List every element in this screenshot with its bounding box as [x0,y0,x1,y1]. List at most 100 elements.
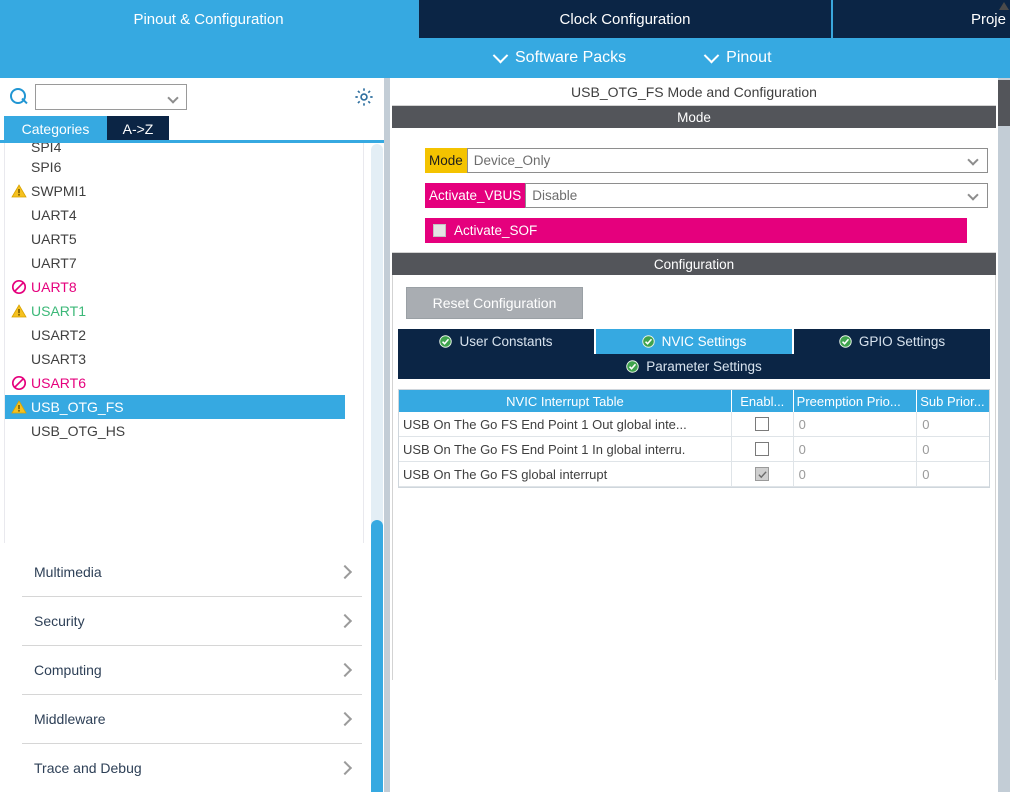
peripheral-item-swpmi1[interactable]: SWPMI1 [5,179,363,203]
category-label: Middleware [34,711,106,727]
config-tab-label: NVIC Settings [661,334,747,349]
category-security[interactable]: Security [22,597,362,646]
mode-select[interactable]: Device_Only [466,148,988,173]
chevron-right-icon [337,760,353,776]
config-tab-label: GPIO Settings [858,334,946,349]
nvic-enabled-checkbox[interactable] [755,417,770,431]
chevron-down-icon [967,154,979,166]
chevron-down-icon [492,47,509,63]
config-tab-parameter-settings[interactable]: Parameter Settings [398,354,990,379]
peripheral-item-label: UART5 [31,231,77,247]
mode-field-label-text: Mode [429,153,463,168]
nvic-sub-priority-cell[interactable]: 0 [917,437,989,461]
nvic-enabled-cell[interactable] [732,437,794,461]
peripheral-item-uart7[interactable]: UART7 [5,251,363,275]
category-multimedia[interactable]: Multimedia [22,548,362,597]
activate-sof-checkbox[interactable] [433,224,446,237]
nvic-header-cell-2[interactable]: Preemption Prio... [794,390,918,412]
tab-pinout-configuration[interactable]: Pinout & Configuration [0,0,419,38]
peripheral-item-label: USB_OTG_FS [31,399,124,415]
activate-vbus-select[interactable]: Disable [525,183,988,208]
chevron-right-icon [337,613,353,629]
gear-icon[interactable] [353,86,375,108]
peripheral-item-label: USART6 [31,375,86,391]
config-tab-gpio-settings[interactable]: GPIO Settings [794,329,990,354]
panel-divider[interactable] [384,78,390,797]
configuration-panel: USB_OTG_FS Mode and Configuration Mode M… [392,78,996,797]
nvic-interrupt-name: USB On The Go FS global interrupt [399,462,732,486]
nvic-enabled-cell[interactable] [732,462,794,486]
tab-clock-configuration[interactable]: Clock Configuration [419,0,833,38]
category-trace-and-debug[interactable]: Trace and Debug [22,744,362,793]
tab-a-to-z[interactable]: A->Z [107,116,169,141]
activate-vbus-label: Activate_VBUS [425,183,526,208]
sidebar-tab-bar: Categories A->Z [0,116,388,141]
peripheral-list[interactable]: SPI4 SPI6 SWPMI1 UART4 UART5 UART7 UART8 USART1… [4,143,364,543]
peripheral-item-usart6[interactable]: USART6 [5,371,363,395]
nvic-sub-priority-value: 0 [922,416,930,432]
tab-project-manager[interactable]: Proje [833,0,1010,38]
category-computing[interactable]: Computing [22,646,362,695]
nvic-enabled-checkbox[interactable] [755,442,770,456]
check-circle-icon [439,335,453,348]
config-tab-nvic-settings[interactable]: NVIC Settings [596,329,792,354]
main-scrollbar-thumb[interactable] [998,80,1010,126]
sidebar-scrollbar-thumb[interactable] [371,520,383,797]
nvic-header-label: NVIC Interrupt Table [506,393,624,409]
nvic-preemption-value: 0 [798,441,806,457]
nvic-sub-priority-value: 0 [922,441,930,457]
category-middleware[interactable]: Middleware [22,695,362,744]
peripheral-item-spi4[interactable]: SPI4 [5,143,363,155]
peripheral-item-label: USART1 [31,303,86,319]
chevron-right-icon [337,564,353,580]
nvic-preemption-cell[interactable]: 0 [794,437,918,461]
main-scrollbar-track[interactable] [998,78,1010,797]
pinout-menu[interactable]: Pinout [703,47,772,67]
checkmark-icon [758,470,767,478]
peripheral-item-uart8[interactable]: UART8 [5,275,363,299]
tab-a-to-z-label: A->Z [122,120,154,137]
nvic-header-label: Enabl... [740,393,785,409]
nvic-sub-priority-cell[interactable]: 0 [917,412,989,436]
peripheral-item-usb_otg_hs[interactable]: USB_OTG_HS [5,419,363,443]
nvic-table-row[interactable]: USB On The Go FS End Point 1 Out global … [399,412,989,437]
config-tab-user-constants[interactable]: User Constants [398,329,594,354]
nvic-preemption-cell[interactable]: 0 [794,412,918,436]
peripheral-item-uart5[interactable]: UART5 [5,227,363,251]
configuration-section-header: Configuration [392,253,996,275]
peripheral-item-label: SPI6 [31,159,62,175]
nvic-preemption-cell[interactable]: 0 [794,462,918,486]
software-packs-menu[interactable]: Software Packs [492,47,626,67]
tab-clock-configuration-label: Clock Configuration [559,10,691,28]
scroll-up-arrow-icon[interactable] [998,0,1010,12]
nvic-table-row[interactable]: USB On The Go FS End Point 1 In global i… [399,437,989,462]
nvic-enabled-cell[interactable] [732,412,794,436]
nvic-header-cell-0[interactable]: NVIC Interrupt Table [399,390,732,412]
page-title: USB_OTG_FS Mode and Configuration [392,78,996,106]
peripheral-item-usart1[interactable]: USART1 [5,299,363,323]
nvic-table-row[interactable]: USB On The Go FS global interrupt 0 0 [399,462,989,487]
activate-sof-row[interactable]: Activate_SOF [425,218,967,243]
secondary-toolbar: Software Packs Pinout [0,38,1010,78]
peripheral-item-label: USB_OTG_HS [31,423,126,439]
tab-categories[interactable]: Categories [4,116,107,141]
nvic-table-header: NVIC Interrupt Table Enabl... Preemption P… [399,390,989,412]
config-tab-label: User Constants [459,334,553,349]
mode-field-label: Mode [425,148,467,173]
nvic-header-cell-1[interactable]: Enabl... [732,390,794,412]
peripheral-item-spi6[interactable]: SPI6 [5,155,363,179]
search-input[interactable] [35,84,187,110]
nvic-sub-priority-cell[interactable]: 0 [917,462,989,486]
nvic-enabled-checkbox[interactable] [755,467,770,481]
config-tab-label: Parameter Settings [646,359,762,374]
nvic-preemption-value: 0 [798,416,806,432]
nvic-header-cell-3[interactable]: Sub Prior... [917,390,989,412]
peripheral-item-usart3[interactable]: USART3 [5,347,363,371]
peripheral-item-usb_otg_fs[interactable]: USB_OTG_FS [5,395,345,419]
reset-configuration-button[interactable]: Reset Configuration [406,287,583,319]
peripheral-item-usart2[interactable]: USART2 [5,323,363,347]
peripheral-item-uart4[interactable]: UART4 [5,203,363,227]
category-accordion: Multimedia Security Computing Middleware Tra… [22,548,362,797]
mode-section-header-label: Mode [677,109,711,125]
warning-icon-wrap [11,303,27,319]
